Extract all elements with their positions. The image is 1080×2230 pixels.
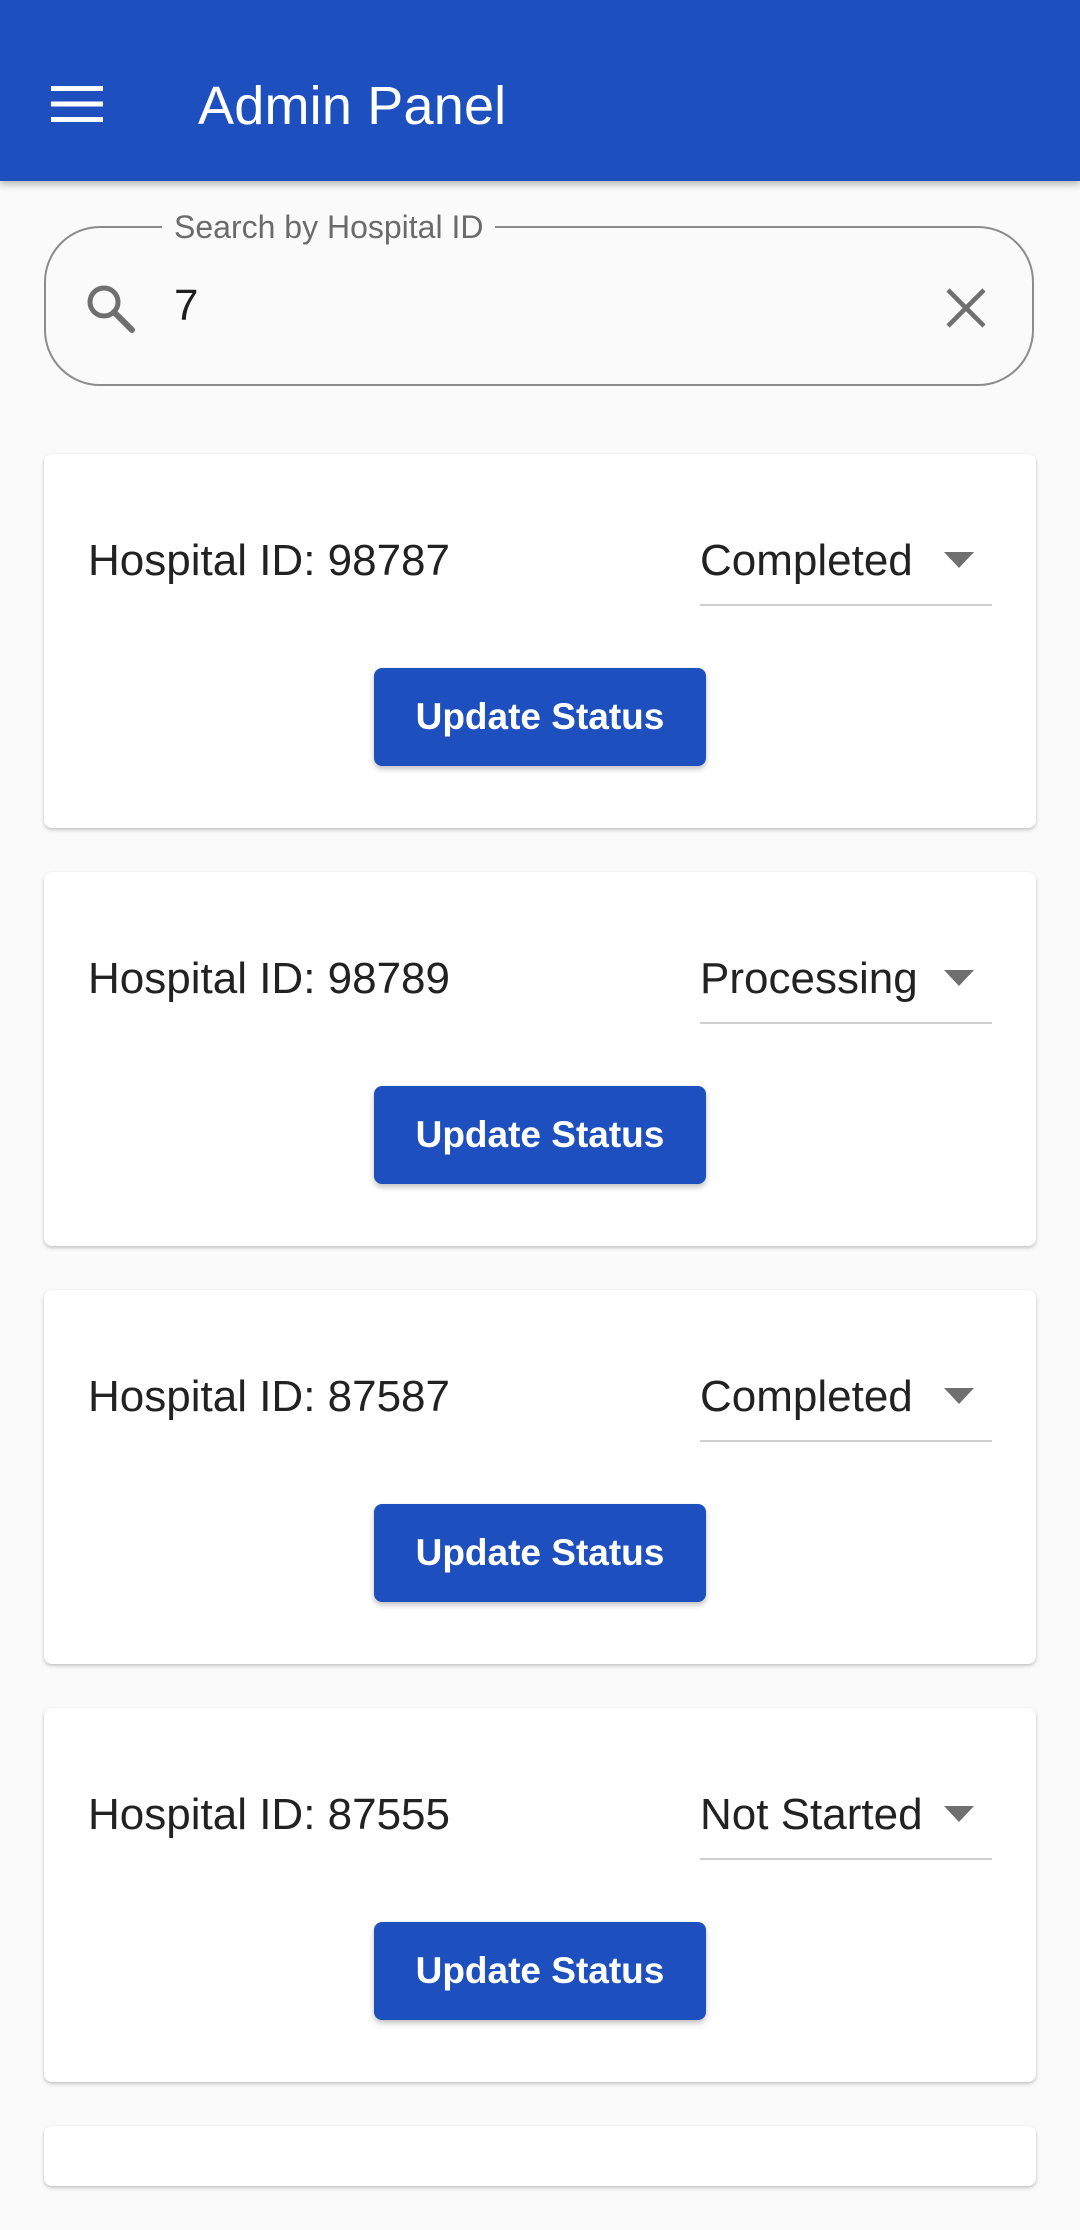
hospital-id-label: Hospital ID: 98789 (88, 954, 450, 1003)
menu-button[interactable] (28, 55, 126, 153)
status-dropdown[interactable]: Completed (700, 530, 992, 606)
search-icon (87, 285, 135, 333)
status-dropdown[interactable]: Not Started (700, 1784, 992, 1860)
status-value: Completed (700, 1372, 913, 1421)
hospital-card: Hospital ID: 98789 Processing Update Sta… (44, 872, 1036, 1246)
status-value: Completed (700, 536, 913, 585)
hospital-id-label: Hospital ID: 87587 (88, 1372, 450, 1421)
update-status-button[interactable]: Update Status (374, 1086, 706, 1184)
hospital-card-partial (44, 2126, 1036, 2186)
dropdown-arrow-icon (944, 1806, 974, 1822)
status-value: Processing (700, 954, 918, 1003)
status-value: Not Started (700, 1790, 923, 1839)
hospital-card: Hospital ID: 98787 Completed Update Stat… (44, 454, 1036, 828)
hospital-id-label: Hospital ID: 87555 (88, 1790, 450, 1839)
hamburger-menu-icon (51, 86, 103, 122)
close-icon (946, 288, 986, 328)
search-field[interactable]: Search by Hospital ID (44, 208, 1034, 386)
update-status-button[interactable]: Update Status (374, 1922, 706, 2020)
hospital-list: Hospital ID: 98787 Completed Update Stat… (44, 454, 1036, 2230)
dropdown-arrow-icon (944, 552, 974, 568)
hospital-card: Hospital ID: 87555 Not Started Update St… (44, 1708, 1036, 2082)
app-title: Admin Panel (198, 76, 507, 136)
search-input[interactable] (174, 274, 874, 338)
dropdown-arrow-icon (944, 1388, 974, 1404)
status-dropdown[interactable]: Completed (700, 1366, 992, 1442)
hospital-id-label: Hospital ID: 98787 (88, 536, 450, 585)
clear-search-button[interactable] (936, 278, 996, 338)
update-status-button[interactable]: Update Status (374, 668, 706, 766)
hospital-card: Hospital ID: 87587 Completed Update Stat… (44, 1290, 1036, 1664)
status-dropdown[interactable]: Processing (700, 948, 992, 1024)
dropdown-arrow-icon (944, 970, 974, 986)
app-bar: Admin Panel (0, 0, 1080, 181)
update-status-button[interactable]: Update Status (374, 1504, 706, 1602)
search-label: Search by Hospital ID (162, 208, 496, 246)
